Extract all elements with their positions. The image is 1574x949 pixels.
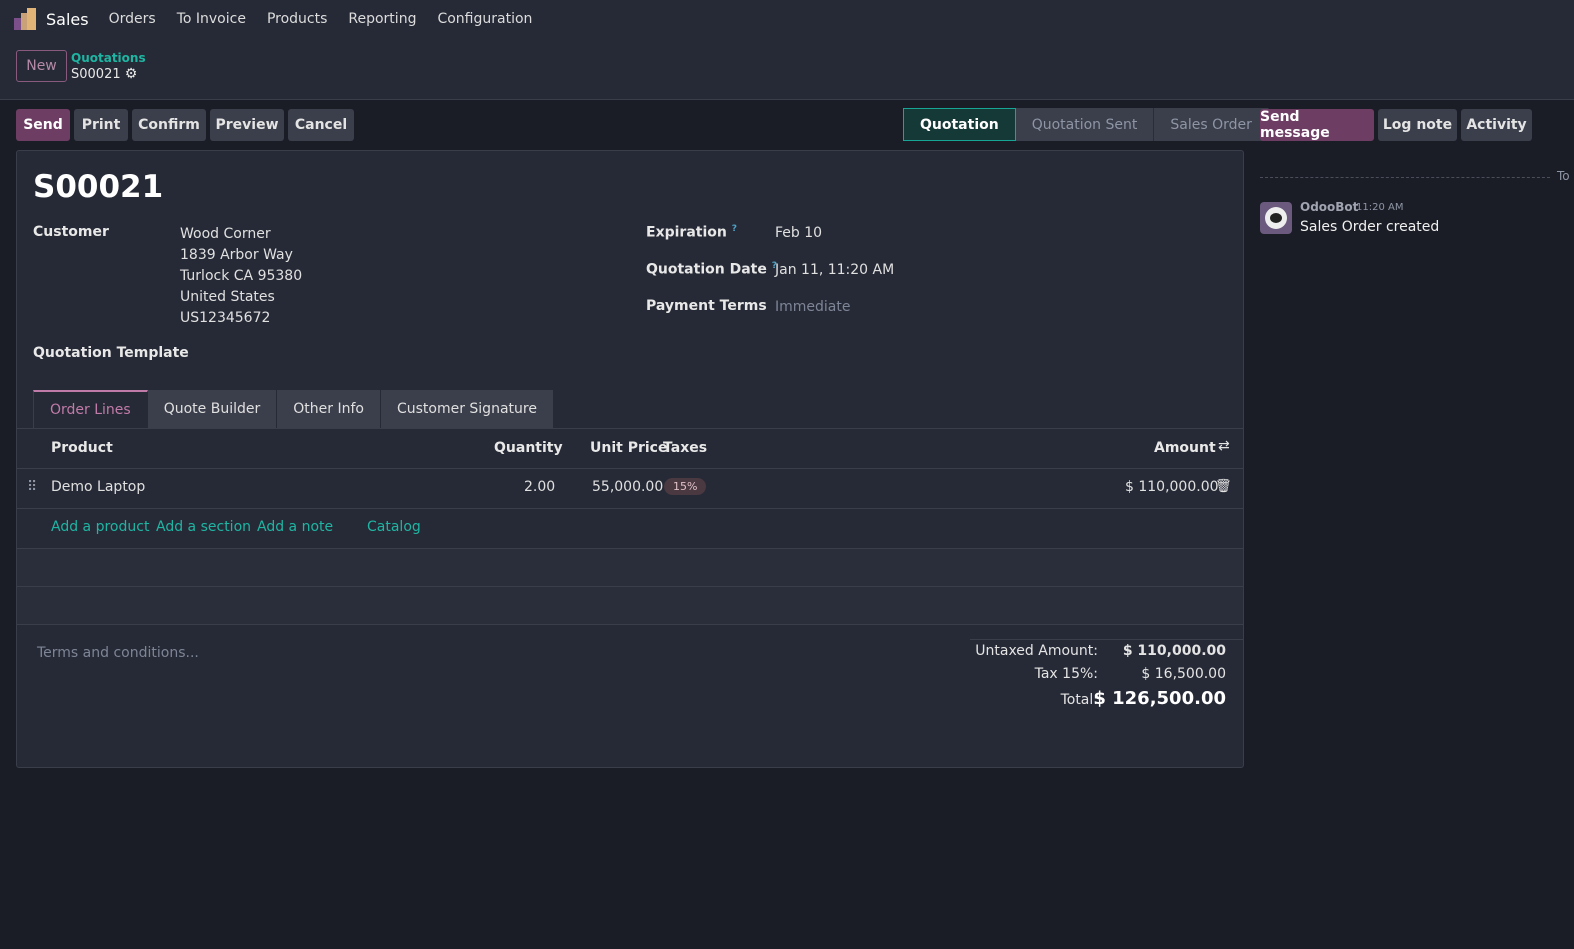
payment-terms-label: Payment Terms: [646, 298, 767, 314]
customer-vat: US12345672: [180, 310, 271, 326]
add-section-link[interactable]: Add a section: [156, 519, 251, 535]
add-line-row: Add a product Add a section Add a note C…: [17, 508, 1243, 548]
expiration-label: Expiration ?: [646, 224, 737, 241]
app-name[interactable]: Sales: [46, 10, 89, 29]
message-body: Sales Order created: [1300, 219, 1440, 235]
table-row[interactable]: ⠿ Demo Laptop 2.00 55,000.00 $ 110,000.0…: [17, 468, 1243, 508]
col-amount[interactable]: Amount: [1154, 440, 1216, 456]
status-bar: Quotation Quotation Sent Sales Order: [903, 108, 1269, 141]
add-note-link[interactable]: Add a note: [257, 519, 333, 535]
message-time: 11:20 AM: [1356, 202, 1404, 213]
gear-icon[interactable]: ⚙: [125, 66, 138, 82]
customer-name: Wood Corner: [180, 226, 271, 242]
untaxed-label: Untaxed Amount:: [975, 643, 1098, 659]
catalog-link[interactable]: Catalog: [367, 519, 421, 535]
main-nav: Sales Orders To Invoice Products Reporti…: [14, 8, 553, 30]
empty-row: [17, 586, 1243, 624]
top-bar: Sales Orders To Invoice Products Reporti…: [0, 0, 1574, 100]
cell-quantity[interactable]: 2.00: [524, 479, 555, 495]
menu-configuration[interactable]: Configuration: [437, 11, 532, 27]
col-product[interactable]: Product: [51, 440, 113, 456]
payment-terms-field[interactable]: Immediate: [775, 299, 850, 315]
menu-reporting[interactable]: Reporting: [348, 11, 416, 27]
print-button[interactable]: Print: [74, 109, 128, 141]
tab-customer-signature[interactable]: Customer Signature: [380, 390, 554, 428]
divider: [17, 624, 1243, 625]
tab-other-info[interactable]: Other Info: [277, 390, 381, 428]
breadcrumb-quotations[interactable]: Quotations: [71, 51, 146, 65]
col-unit-price[interactable]: Unit Price: [590, 440, 667, 456]
tax-label: Tax 15%:: [1034, 666, 1098, 682]
col-taxes[interactable]: Taxes: [663, 440, 707, 456]
untaxed-value: $ 110,000.00: [1122, 643, 1226, 659]
lines-header: Product Quantity Unit Price Taxes Amount…: [17, 428, 1243, 468]
customer-label: Customer: [33, 224, 109, 240]
stage-quotation-sent[interactable]: Quotation Sent: [1016, 108, 1155, 141]
cell-amount: $ 110,000.00: [1125, 479, 1219, 495]
log-note-button[interactable]: Log note: [1378, 109, 1457, 141]
send-message-button[interactable]: Send message: [1260, 109, 1374, 141]
date-separator: [1260, 177, 1550, 178]
menu-orders[interactable]: Orders: [109, 11, 156, 27]
drag-handle-icon[interactable]: ⠿: [27, 479, 37, 495]
column-settings-icon[interactable]: ⇄: [1218, 438, 1230, 454]
cancel-button[interactable]: Cancel: [288, 109, 354, 141]
activity-button[interactable]: Activity: [1461, 109, 1532, 141]
sales-app-icon[interactable]: [14, 8, 36, 30]
totals-divider: [970, 639, 1243, 640]
tab-order-lines[interactable]: Order Lines: [33, 390, 148, 428]
tax-value: $ 16,500.00: [1141, 666, 1226, 682]
new-button[interactable]: New: [16, 50, 67, 82]
quotation-date-label: Quotation Date ?: [646, 261, 777, 278]
terms-input[interactable]: Terms and conditions...: [37, 645, 199, 661]
help-icon[interactable]: ?: [732, 224, 737, 234]
send-button[interactable]: Send: [16, 109, 70, 141]
cell-product[interactable]: Demo Laptop: [51, 479, 145, 495]
add-product-link[interactable]: Add a product: [51, 519, 149, 535]
cell-unit-price[interactable]: 55,000.00: [592, 479, 663, 495]
customer-city: Turlock CA 95380: [180, 268, 303, 284]
record-title: S00021: [33, 169, 164, 205]
preview-button[interactable]: Preview: [210, 109, 284, 141]
record-name: S00021: [71, 67, 121, 82]
tax-badge[interactable]: 15%: [664, 478, 707, 495]
menu-products[interactable]: Products: [267, 11, 327, 27]
message-author[interactable]: OdooBot: [1300, 200, 1358, 214]
stage-quotation[interactable]: Quotation: [903, 108, 1016, 141]
quotation-date-field[interactable]: Jan 11, 11:20 AM: [775, 262, 894, 278]
stage-sales-order[interactable]: Sales Order: [1154, 108, 1269, 141]
breadcrumb-current: S00021 ⚙: [71, 66, 137, 82]
col-quantity[interactable]: Quantity: [494, 440, 563, 456]
customer-field[interactable]: Wood Corner 1839 Arbor Way Turlock CA 95…: [180, 224, 302, 329]
trash-icon[interactable]: 🗑: [1215, 479, 1232, 494]
tab-quote-builder[interactable]: Quote Builder: [147, 390, 278, 428]
empty-row: [17, 548, 1243, 586]
confirm-button[interactable]: Confirm: [132, 109, 206, 141]
date-separator-label: To: [1557, 169, 1570, 183]
customer-country: United States: [180, 289, 275, 305]
template-label: Quotation Template: [33, 345, 189, 361]
notebook-tabs: Order Lines Quote Builder Other Info Cus…: [33, 390, 554, 428]
total-value: $ 126,500.00: [1093, 688, 1226, 709]
form-sheet: S00021 Customer Wood Corner 1839 Arbor W…: [16, 150, 1244, 768]
odoobot-avatar[interactable]: [1260, 202, 1292, 234]
customer-street: 1839 Arbor Way: [180, 247, 293, 263]
menu-to-invoice[interactable]: To Invoice: [177, 11, 246, 27]
expiration-field[interactable]: Feb 10: [775, 225, 822, 241]
